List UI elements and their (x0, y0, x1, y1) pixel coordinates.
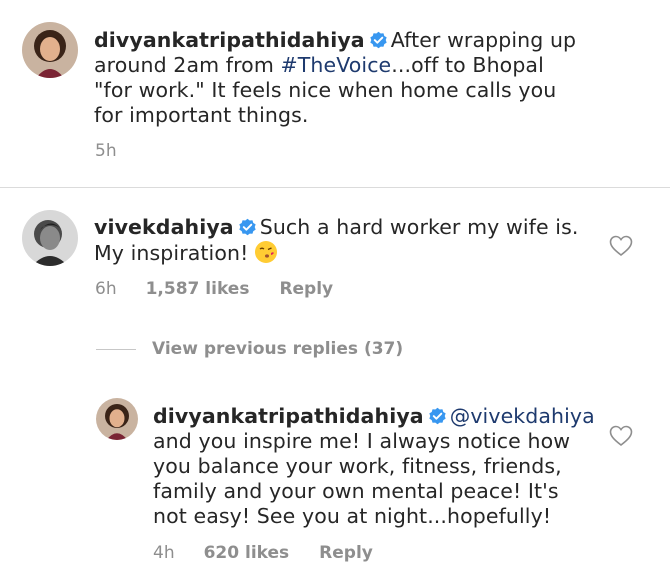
reply-like-heart-icon[interactable] (609, 425, 633, 447)
verified-badge-icon (369, 31, 388, 50)
verified-badge-icon (428, 407, 447, 426)
reply-timestamp[interactable]: 4h (153, 543, 175, 563)
reply-line-1: and you inspire me! I always notice how (153, 429, 571, 453)
reply-reply-button[interactable]: Reply (319, 543, 373, 563)
post-meta: 5h (95, 141, 117, 161)
comment-line-2: My inspiration! (94, 241, 249, 265)
post-username[interactable]: divyankatripathidahiya (94, 28, 365, 52)
view-previous-replies[interactable]: View previous replies (37) (96, 339, 403, 359)
view-previous-replies-label[interactable]: View previous replies (37) (152, 339, 403, 359)
comment-reply-button[interactable]: Reply (279, 279, 333, 299)
reply-line-3: family and your own mental peace! It's (153, 479, 559, 503)
post-caption-line-1: After wrapping up (390, 28, 577, 52)
post-timestamp[interactable]: 5h (95, 141, 117, 161)
hashtag-link[interactable]: #TheVoice (281, 53, 392, 77)
post-caption-line-2b: ...off to Bhopal (391, 53, 544, 77)
post-caption-line-3: "for work." It feels nice when home call… (94, 78, 557, 102)
divider (0, 187, 670, 188)
reply-meta: 4h 620 likes Reply (153, 543, 373, 563)
comment-timestamp[interactable]: 6h (95, 279, 117, 299)
comment-line-1: Such a hard worker my wife is. (259, 215, 579, 239)
replies-line (96, 348, 136, 350)
verified-badge-icon (238, 218, 257, 237)
comment-author-avatar[interactable] (22, 210, 78, 266)
post-caption: divyankatripathidahiya After wrapping up … (94, 28, 654, 128)
mention-link[interactable]: @vivekdahiya (450, 404, 595, 428)
post-caption-line-4: for important things. (94, 103, 309, 127)
comment-likes-count[interactable]: 1,587 likes (146, 279, 250, 299)
reply-line-2: you balance your work, fitness, friends, (153, 454, 562, 478)
post-caption-line-2: around 2am from (94, 53, 281, 77)
post-author-avatar[interactable] (22, 22, 78, 78)
comment-username[interactable]: vivekdahiya (94, 215, 234, 239)
reply-likes-count[interactable]: 620 likes (204, 543, 290, 563)
reply-line-4: not easy! See you at night...hopefully! (153, 504, 552, 528)
comment-text: vivekdahiya Such a hard worker my wife is… (94, 215, 604, 266)
comment-meta: 6h 1,587 likes Reply (95, 279, 333, 299)
reply-author-avatar[interactable] (96, 398, 138, 440)
reply-username[interactable]: divyankatripathidahiya (153, 404, 424, 428)
reply-text: divyankatripathidahiya @vivekdahiya and y… (153, 404, 603, 529)
kissing-face-emoji-icon (254, 240, 278, 264)
comment-like-heart-icon[interactable] (609, 235, 633, 257)
